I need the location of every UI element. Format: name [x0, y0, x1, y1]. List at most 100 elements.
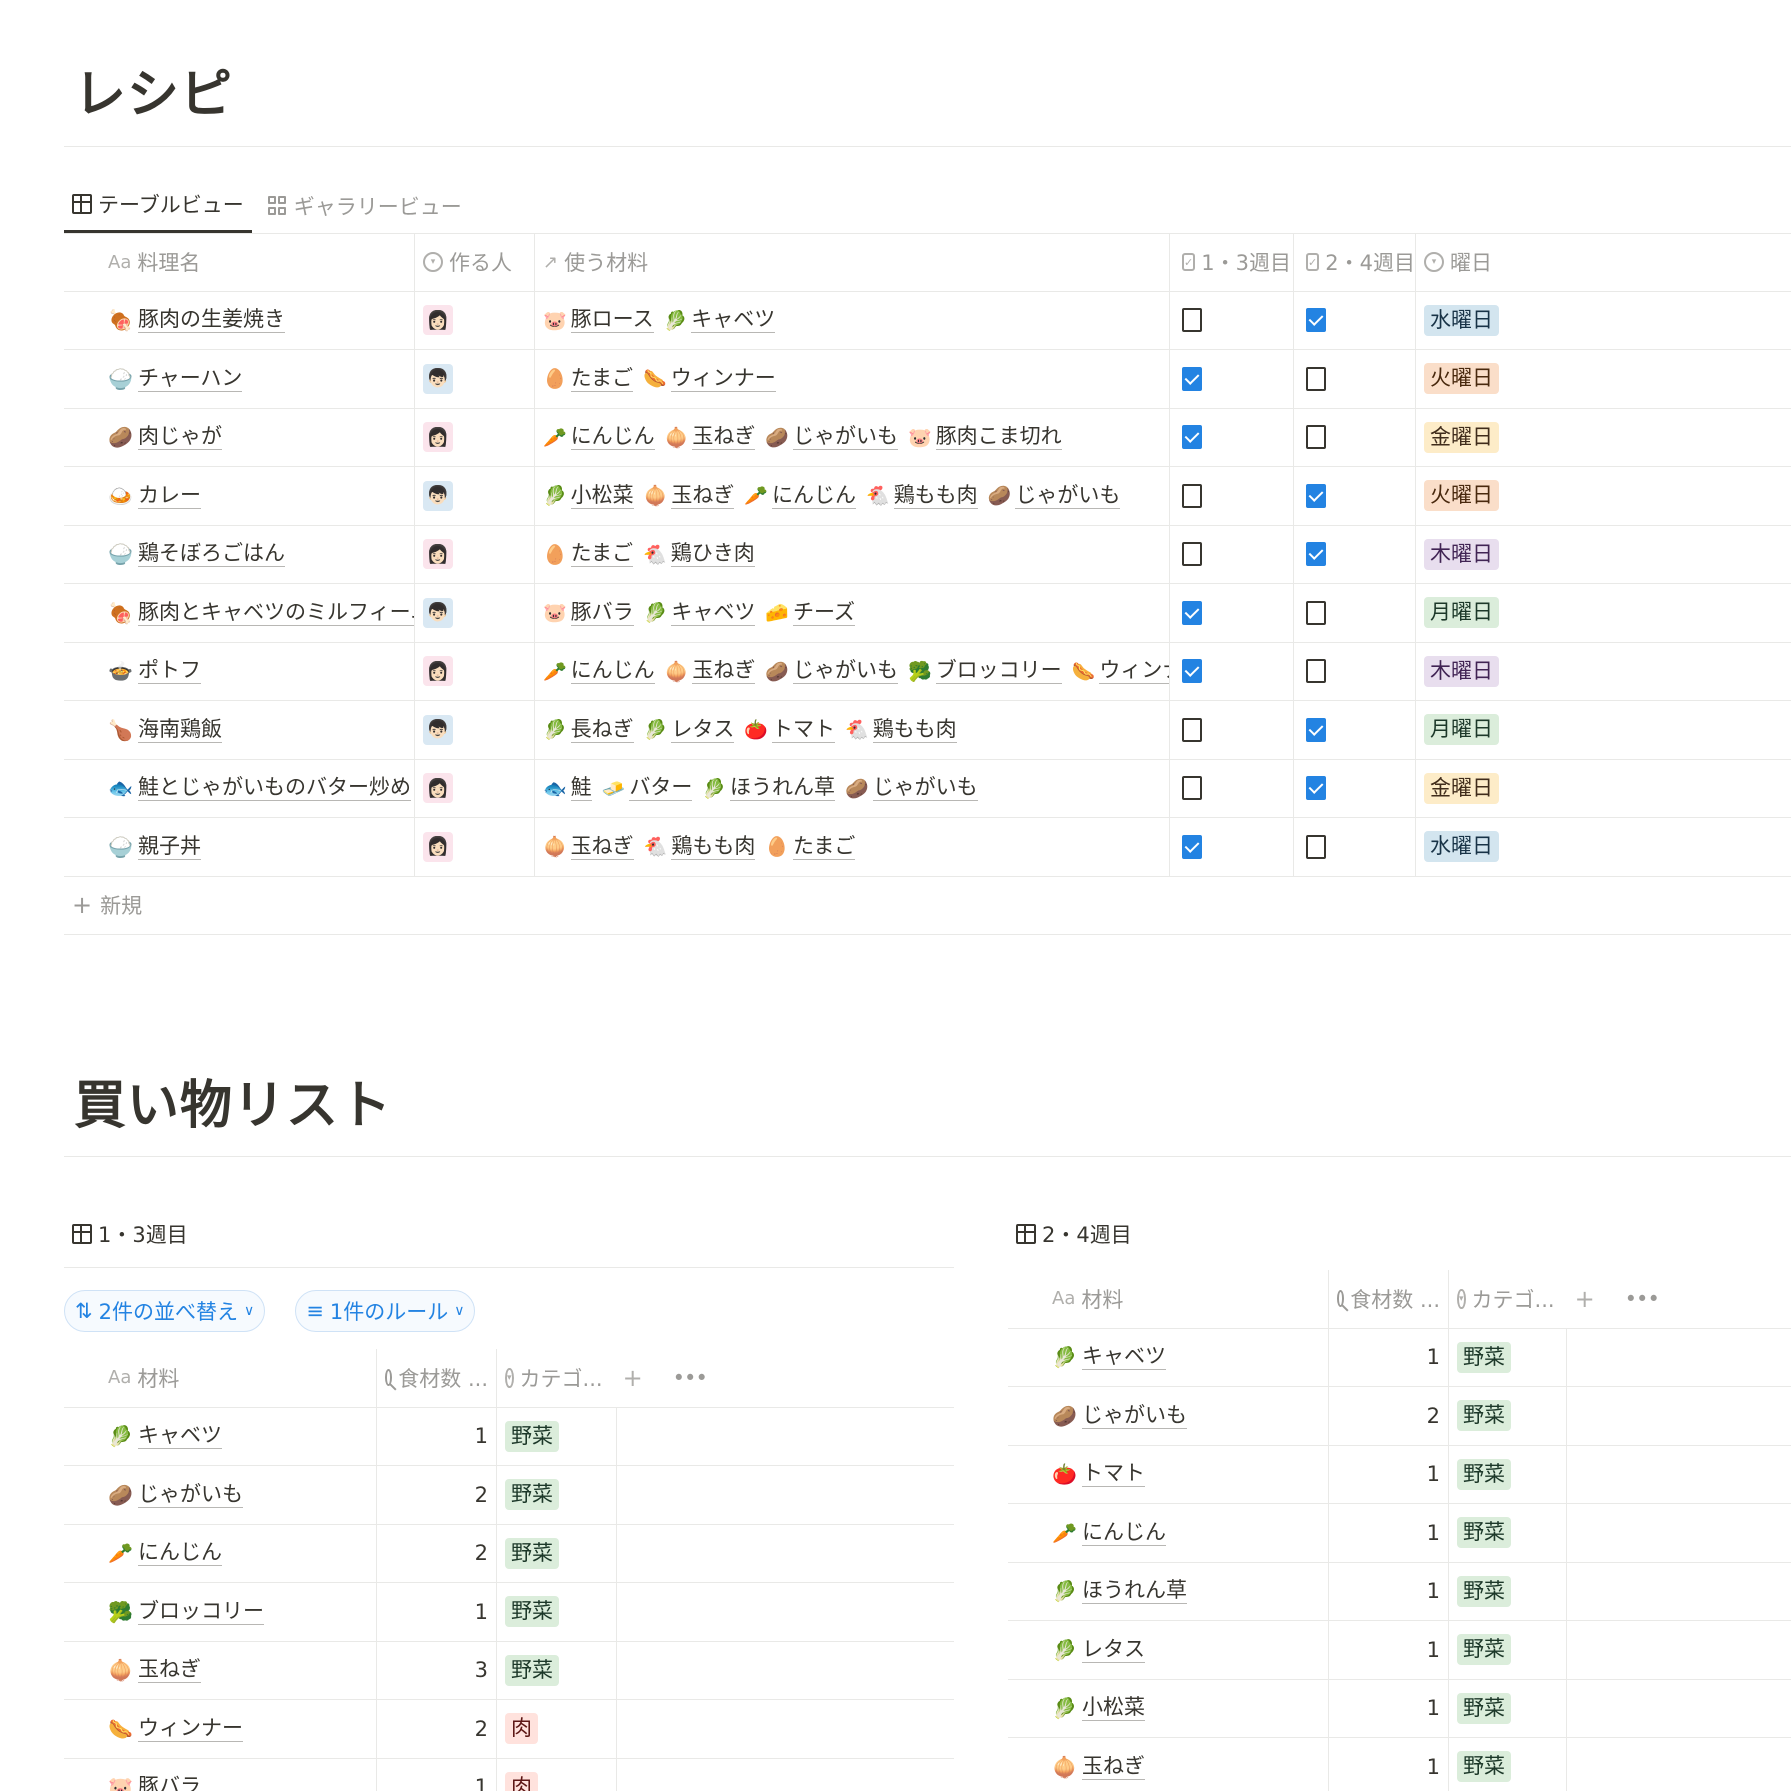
cell-category[interactable]: 野菜 [496, 1583, 616, 1641]
header-count[interactable]: 食材数 ... [376, 1349, 496, 1407]
cell-category[interactable]: 野菜 [1448, 1562, 1566, 1620]
table-row[interactable]: 🍅 トマト 1 野菜 [1008, 1445, 1791, 1504]
cell-name[interactable]: 🍖 豚肉とキャベツのミルフィーユ [64, 584, 414, 642]
cell-ingredients[interactable]: 🐷 豚バラ 🥬 キャベツ 🧀 チーズ [534, 584, 1169, 642]
cell-ingredients[interactable]: 🐷 豚ロース 🥬 キャベツ [534, 291, 1169, 349]
cell-ingredients[interactable]: 🥬 小松菜 🧅 玉ねぎ 🥕 にんじん 🐔 鶏もも肉 🥔 じゃがいも [534, 467, 1169, 525]
filter-pill[interactable]: ≡ 1件のルール ∨ [295, 1290, 476, 1332]
tab-gallery-view[interactable]: ギャラリービュー [260, 178, 470, 233]
cell-material[interactable]: 🥬 小松菜 [1008, 1680, 1328, 1738]
ingredient-link[interactable]: 🥦 ブロッコリー [908, 658, 1062, 685]
table-row[interactable]: 🧅 玉ねぎ 3 野菜 [64, 1641, 954, 1700]
more-options-icon[interactable]: ••• [1625, 1287, 1660, 1311]
week24-checkbox[interactable] [1306, 483, 1326, 508]
table-row[interactable]: 🧅 玉ねぎ 1 野菜 [1008, 1738, 1791, 1791]
table-row[interactable]: 🍚 チャーハン 👦🏻 🥚 たまご 🌭 ウィンナー 火曜日 [64, 350, 1791, 409]
material-name[interactable]: にんじん [1082, 1520, 1166, 1546]
cell-cook[interactable]: 👩🏻 [414, 408, 534, 466]
table-row[interactable]: 🥔 肉じゃが 👩🏻 🥕 にんじん 🧅 玉ねぎ 🥔 じゃがいも 🐷 豚肉こま切れ 金曜日 [64, 408, 1791, 467]
recipe-name[interactable]: 親子丼 [138, 834, 201, 860]
header-ingredients[interactable]: ↗ 使う材料 [534, 234, 1169, 291]
week24-checkbox[interactable] [1306, 717, 1326, 742]
ingredient-link[interactable]: 🍅 トマト [744, 717, 836, 743]
table-row[interactable]: 🥬 小松菜 1 野菜 [1008, 1679, 1791, 1738]
header-cook[interactable]: ▾ 作る人 [414, 234, 534, 291]
ingredient-link[interactable]: 🥚 たまご [543, 541, 634, 568]
cell-category[interactable]: 野菜 [1448, 1679, 1566, 1737]
right-view-title[interactable]: 2・4週目 [1016, 1219, 1132, 1249]
recipe-name[interactable]: 豚肉の生姜焼き [138, 307, 285, 334]
week24-checkbox[interactable] [1306, 542, 1326, 567]
recipe-name[interactable]: 海南鶏飯 [138, 717, 222, 743]
week24-checkbox[interactable] [1306, 308, 1326, 333]
ingredient-link[interactable]: 🐔 鶏もも肉 [866, 483, 978, 509]
material-name[interactable]: 玉ねぎ [138, 1657, 201, 1684]
cell-category[interactable]: 野菜 [1448, 1445, 1566, 1503]
cell-ingredients[interactable]: 🥕 にんじん 🧅 玉ねぎ 🥔 じゃがいも 🐷 豚肉こま切れ [534, 408, 1169, 466]
header-category[interactable]: ▾ カテゴ... + ••• [1448, 1270, 1660, 1328]
cell-day[interactable]: 月曜日 [1415, 701, 1791, 759]
table-row[interactable]: 🐟 鮭とじゃがいものバター炒め 👩🏻 🐟 鮭 🧈 バター 🥬 ほうれん草 🥔 じゃがいも 金曜日 [64, 759, 1791, 818]
ingredient-link[interactable]: 🧅 玉ねぎ [665, 658, 756, 685]
ingredient-link[interactable]: 🥔 じゃがいも [845, 775, 978, 802]
tab-table-view[interactable]: テーブルビュー [64, 178, 252, 233]
cell-name[interactable]: 🐟 鮭とじゃがいものバター炒め [64, 760, 414, 818]
ingredient-link[interactable]: 🥕 にんじん [543, 658, 655, 685]
header-count[interactable]: 食材数 ... [1328, 1270, 1448, 1328]
ingredient-link[interactable]: 🐔 鶏もも肉 [644, 834, 756, 860]
week13-checkbox[interactable] [1182, 834, 1202, 859]
cell-ingredients[interactable]: 🐟 鮭 🧈 バター 🥬 ほうれん草 🥔 じゃがいも [534, 759, 1169, 817]
ingredient-link[interactable]: 🥔 じゃがいも [765, 658, 899, 685]
header-material[interactable]: Aa 材料 [64, 1349, 376, 1407]
recipe-name[interactable]: チャーハン [138, 366, 243, 392]
cell-day[interactable]: 火曜日 [1415, 350, 1791, 408]
cell-day[interactable]: 水曜日 [1415, 818, 1791, 876]
header-name[interactable]: Aa 料理名 [64, 234, 414, 291]
cell-name[interactable]: 🍛 カレー [64, 467, 414, 525]
week13-checkbox[interactable] [1182, 483, 1202, 508]
cell-name[interactable]: 🥔 肉じゃが [64, 409, 414, 467]
cell-material[interactable]: 🥕 にんじん [1008, 1504, 1328, 1562]
cell-cook[interactable]: 👦🏻 [414, 584, 534, 642]
cell-material[interactable]: 🥔 じゃがいも [64, 1466, 376, 1524]
cell-day[interactable]: 火曜日 [1415, 467, 1791, 525]
cell-day[interactable]: 木曜日 [1415, 642, 1791, 700]
ingredient-link[interactable]: 🧀 チーズ [765, 600, 855, 626]
cell-category[interactable]: 肉 [496, 1758, 616, 1791]
cell-category[interactable]: 野菜 [1448, 1504, 1566, 1562]
cell-material[interactable]: 🥬 キャベツ [1008, 1329, 1328, 1387]
cell-material[interactable]: 🥬 ほうれん草 [1008, 1563, 1328, 1621]
cell-material[interactable]: 🥕 にんじん [64, 1525, 376, 1583]
ingredient-link[interactable]: 🌭ウィンナー [1072, 658, 1169, 685]
material-name[interactable]: キャベツ [138, 1423, 222, 1450]
cell-material[interactable]: 🥦 ブロッコリー [64, 1583, 376, 1641]
table-row[interactable]: 🌭 ウィンナー 2 肉 [64, 1700, 954, 1759]
cell-category[interactable]: 野菜 [1448, 1738, 1566, 1791]
header-category[interactable]: ▾ カテゴ... + ••• [496, 1349, 708, 1407]
week13-checkbox[interactable] [1182, 659, 1202, 684]
ingredient-link[interactable]: 🐷 豚ロース [543, 307, 654, 334]
week24-checkbox[interactable] [1306, 366, 1326, 391]
add-column-icon[interactable]: + [623, 1364, 643, 1392]
table-row[interactable]: 🥬 レタス 1 野菜 [1008, 1621, 1791, 1680]
cell-material[interactable]: 🧅 玉ねぎ [1008, 1738, 1328, 1791]
header-week24[interactable]: ✓ 2・4週目 [1293, 234, 1415, 291]
cell-material[interactable]: 🌭 ウィンナー [64, 1700, 376, 1758]
table-row[interactable]: 🍖 豚肉の生姜焼き 👩🏻 🐷 豚ロース 🥬 キャベツ 水曜日 [64, 291, 1791, 350]
cell-cook[interactable]: 👩🏻 [414, 818, 534, 876]
header-material[interactable]: Aa 材料 [1008, 1270, 1328, 1328]
cell-category[interactable]: 野菜 [496, 1641, 616, 1699]
table-row[interactable]: 🍲ポトフ 👩🏻 🥕にんじん 🧅玉ねぎ 🥔じゃがいも 🥦ブロッコリー 🌭ウィンナー 木曜日 [64, 642, 1791, 701]
week24-checkbox[interactable] [1306, 425, 1326, 450]
table-row[interactable]: 🥬 ほうれん草 1 野菜 [1008, 1562, 1791, 1621]
cell-material[interactable]: 🥔 じゃがいも [1008, 1387, 1328, 1445]
ingredient-link[interactable]: 🐟 鮭 [543, 775, 592, 802]
recipe-name[interactable]: 肉じゃが [138, 424, 222, 451]
more-options-icon[interactable]: ••• [673, 1366, 708, 1390]
new-row-button[interactable]: + 新規 [64, 877, 1791, 935]
material-name[interactable]: にんじん [138, 1540, 222, 1567]
sort-pill[interactable]: ⇅ 2件の並べ替え ∨ [64, 1290, 266, 1332]
recipe-name[interactable]: ポトフ [138, 658, 201, 685]
week24-checkbox[interactable] [1306, 776, 1326, 801]
ingredient-link[interactable]: 🥔 じゃがいも [765, 424, 899, 451]
